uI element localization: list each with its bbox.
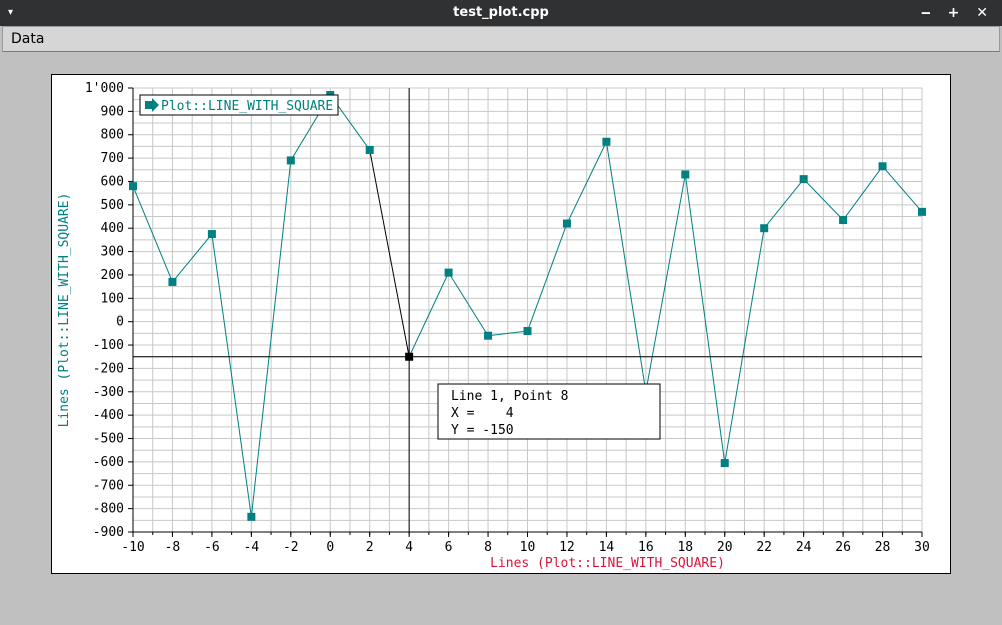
y-tick-label: 300 [101, 245, 124, 260]
y-tick-label: 600 [101, 174, 124, 189]
x-tick-label: 6 [445, 540, 453, 555]
x-tick-label: 16 [638, 540, 654, 555]
window-title: test_plot.cpp [453, 5, 549, 20]
x-tick-label: 14 [599, 540, 615, 555]
x-tick-label: 0 [326, 540, 334, 555]
data-point[interactable] [720, 459, 729, 468]
y-tick-label: 700 [101, 151, 124, 166]
menu-bar: Data [2, 26, 1000, 52]
data-point[interactable] [168, 277, 177, 286]
x-tick-label: -2 [283, 540, 299, 555]
x-tick-label: -8 [165, 540, 181, 555]
x-tick-label: 20 [717, 540, 733, 555]
x-tick-label: 8 [484, 540, 492, 555]
window-titlebar: ▾ test_plot.cpp ‒ + ✕ [0, 0, 1002, 26]
y-tick-label: 400 [101, 221, 124, 236]
x-tick-label: 18 [677, 540, 693, 555]
data-point[interactable] [484, 331, 493, 340]
menu-item-data[interactable]: Data [11, 27, 44, 51]
data-point[interactable] [365, 145, 374, 154]
x-tick-label: -6 [204, 540, 220, 555]
x-tick-label: 30 [914, 540, 930, 555]
y-tick-label: 200 [101, 268, 124, 283]
x-tick-label: 24 [796, 540, 812, 555]
x-tick-label: 10 [520, 540, 536, 555]
y-tick-label: -700 [93, 478, 124, 493]
y-tick-label: -100 [93, 338, 124, 353]
data-point[interactable] [286, 156, 295, 165]
data-point[interactable] [602, 137, 611, 146]
x-tick-label: 26 [835, 540, 851, 555]
data-point[interactable] [799, 175, 808, 184]
data-point[interactable] [878, 162, 887, 171]
window-controls[interactable]: ‒ + ✕ [921, 0, 994, 26]
data-point[interactable] [760, 224, 769, 233]
y-tick-label: 1'000 [85, 81, 124, 96]
x-tick-label: 22 [756, 540, 772, 555]
data-point[interactable] [247, 512, 256, 521]
y-tick-label: -400 [93, 408, 124, 423]
data-point[interactable] [129, 182, 137, 191]
tooltip-line: Y = -150 [451, 423, 514, 438]
line-chart[interactable]: -10 -8 -6 -4 -2 0 2 4 6 8 10 12 14 16 18 20 22 24 26 28 30-9… [52, 75, 950, 573]
y-axis-label: Lines (Plot::LINE_WITH_SQUARE) [57, 193, 72, 428]
y-tick-label: 100 [101, 291, 124, 306]
data-point[interactable] [918, 207, 926, 216]
chart-panel: -10 -8 -6 -4 -2 0 2 4 6 8 10 12 14 16 18 20 22 24 26 28 30 -9… [51, 74, 951, 574]
data-point[interactable] [207, 230, 216, 239]
data-point[interactable] [523, 327, 532, 336]
tooltip-line: X = 4 [451, 406, 514, 421]
data-point[interactable] [681, 170, 690, 179]
x-tick-label: 28 [875, 540, 891, 555]
y-tick-label: -300 [93, 385, 124, 400]
x-tick-label: 2 [366, 540, 374, 555]
data-point[interactable] [405, 352, 414, 361]
y-tick-label: -900 [93, 525, 124, 540]
y-tick-label: 0 [116, 315, 124, 330]
tooltip-line: Line 1, Point 8 [451, 389, 568, 404]
data-point[interactable] [444, 268, 453, 277]
x-tick-label: 12 [559, 540, 575, 555]
y-tick-label: 500 [101, 198, 124, 213]
data-point[interactable] [839, 216, 848, 225]
data-point[interactable] [562, 219, 571, 228]
x-axis-label: Lines (Plot::LINE_WITH_SQUARE) [490, 556, 725, 571]
y-tick-label: 800 [101, 128, 124, 143]
x-tick-label: -10 [121, 540, 144, 555]
y-tick-label: -500 [93, 432, 124, 447]
y-tick-label: -800 [93, 502, 124, 517]
x-tick-label: 4 [405, 540, 413, 555]
y-tick-label: 900 [101, 104, 124, 119]
legend-label: Plot::LINE_WITH_SQUARE [161, 99, 333, 114]
y-tick-label: -600 [93, 455, 124, 470]
y-tick-label: -200 [93, 361, 124, 376]
x-tick-label: -4 [244, 540, 260, 555]
